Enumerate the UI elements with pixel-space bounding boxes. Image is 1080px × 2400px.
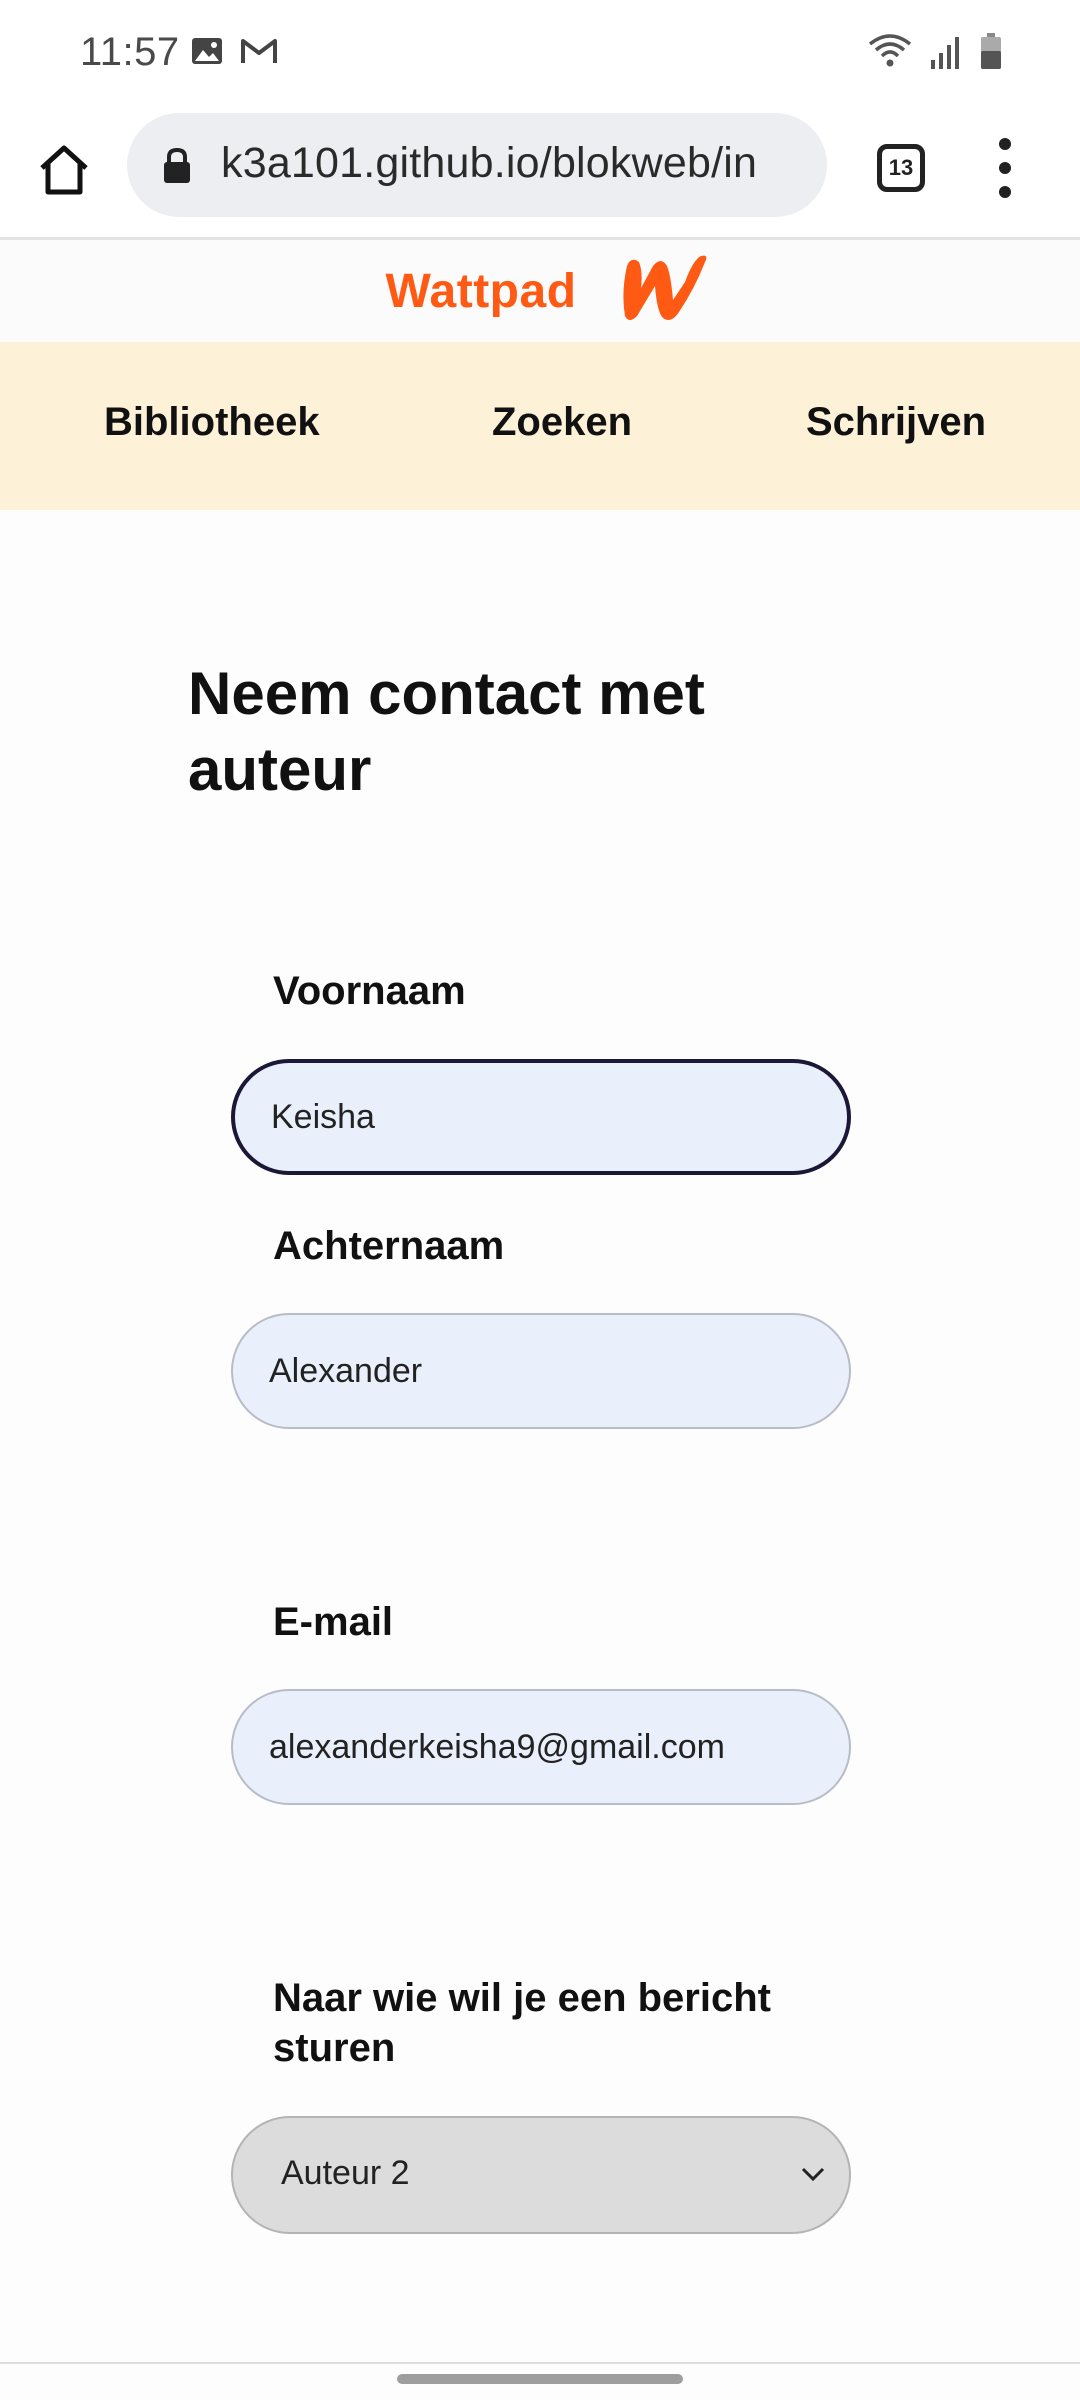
main-nav: Bibliotheek Zoeken Schrijven (0, 342, 1080, 510)
gmail-icon (240, 36, 278, 71)
gesture-handle[interactable] (397, 2374, 683, 2384)
first-name-label: Voornaam (273, 969, 466, 1013)
recipient-select[interactable]: Auteur 2 (231, 2116, 851, 2234)
wattpad-w-icon (613, 252, 713, 331)
last-name-input[interactable] (231, 1313, 851, 1429)
battery-icon (980, 32, 1002, 75)
wifi-icon (868, 32, 912, 75)
brand-logo[interactable]: Wattpad (385, 252, 712, 331)
brand-name: Wattpad (385, 264, 577, 318)
home-icon (40, 145, 88, 195)
page-title: Neem contact met auteur (188, 660, 705, 803)
gallery-icon (190, 36, 224, 71)
nav-item-schrijven[interactable]: Schrijven (806, 400, 986, 445)
last-name-label: Achternaam (273, 1224, 505, 1268)
browser-toolbar: k3a101.github.io/blokweb/in 13 (0, 108, 1080, 240)
signal-icon (930, 36, 962, 75)
status-time: 11:57 (80, 30, 180, 74)
email-input[interactable] (231, 1689, 851, 1805)
nav-item-bibliotheek[interactable]: Bibliotheek (104, 400, 320, 445)
bottom-divider (0, 2362, 1080, 2364)
recipient-selected-value: Auteur 2 (281, 2154, 410, 2192)
chevron-down-icon (799, 2164, 827, 2189)
site-header: Wattpad (0, 240, 1080, 342)
url-bar[interactable]: k3a101.github.io/blokweb/in (127, 113, 827, 217)
more-vert-icon[interactable] (992, 138, 1018, 198)
email-label: E-mail (273, 1600, 394, 1644)
first-name-input[interactable] (231, 1059, 851, 1175)
status-bar: 11:57 (0, 0, 1080, 108)
recipient-label: Naar wie wil je een bericht sturen (273, 1976, 771, 2070)
tab-switcher-button[interactable]: 13 (877, 144, 925, 192)
lock-icon (161, 147, 193, 190)
tab-count: 13 (888, 155, 914, 180)
home-button[interactable] (30, 136, 98, 204)
url-text: k3a101.github.io/blokweb/in (221, 139, 758, 187)
nav-item-zoeken[interactable]: Zoeken (492, 400, 632, 445)
